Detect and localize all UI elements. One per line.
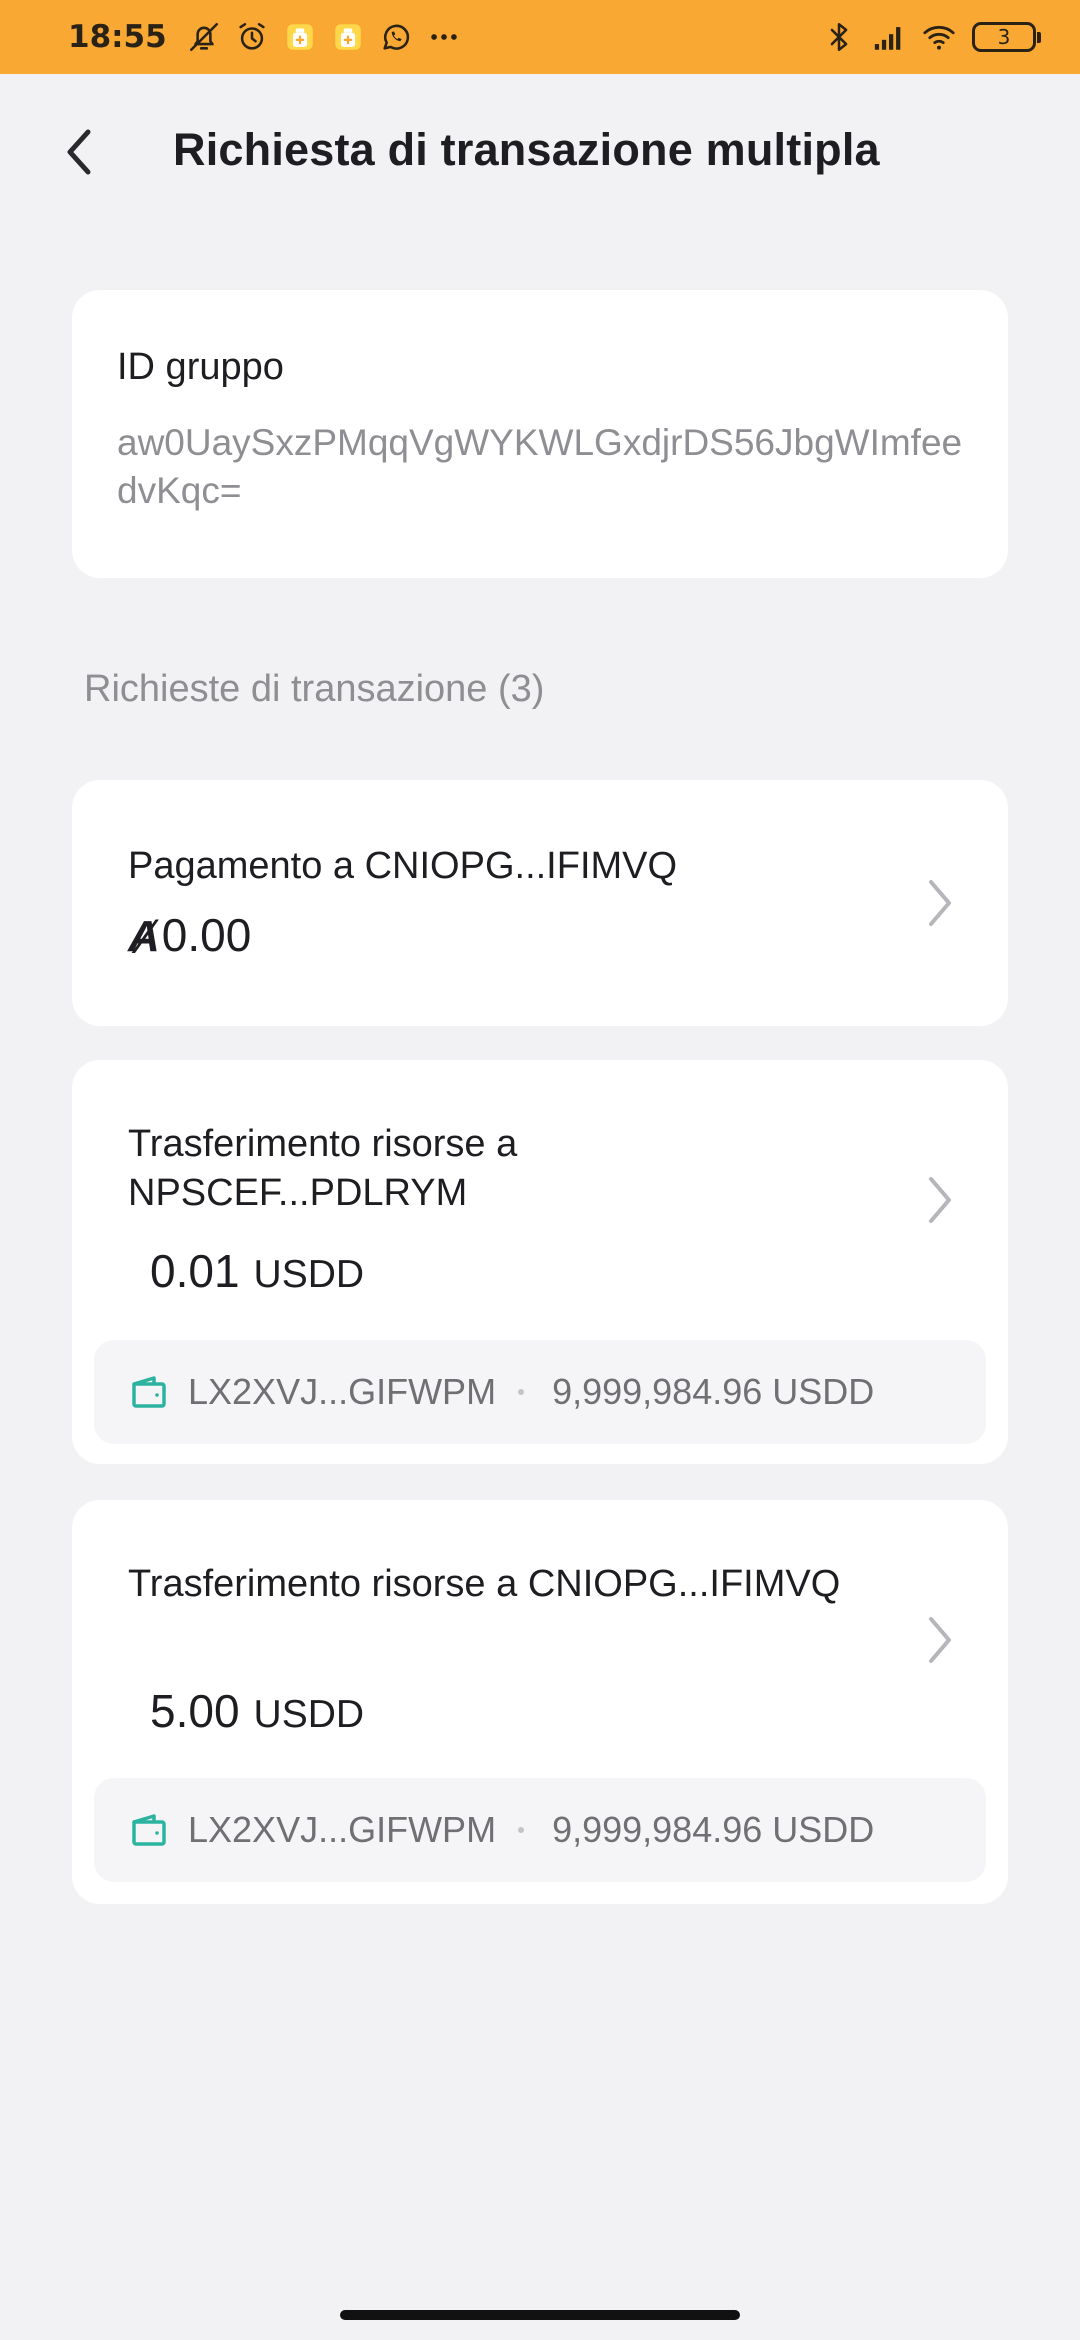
alarm-icon: [235, 20, 269, 54]
group-id-label: ID gruppo: [117, 346, 284, 388]
transaction-request-item[interactable]: Trasferimento risorse a CNIOPG...IFIMVQ …: [72, 1500, 1008, 1904]
transaction-amount: Ⱥ 0.00: [128, 908, 251, 962]
amount-value: 5.00: [150, 1685, 240, 1737]
bell-off-icon: [187, 20, 221, 54]
source-account-row: LX2XVJ...GIFWPM 9,999,984.96 USDD: [94, 1778, 986, 1882]
amount-unit: USDD: [253, 1693, 365, 1736]
chevron-right-icon: [922, 1173, 958, 1227]
app-notification-icon: [331, 20, 365, 54]
source-account-row: LX2XVJ...GIFWPM 9,999,984.96 USDD: [94, 1340, 986, 1444]
amount-value: 0.00: [161, 909, 252, 961]
separator-dot: [518, 1389, 525, 1395]
transaction-request-item[interactable]: Trasferimento risorse a NPSCEF...PDLRYM …: [72, 1060, 1008, 1464]
chevron-right-icon: [922, 876, 958, 930]
amount-value: 0.01: [150, 1245, 240, 1297]
chevron-left-icon: [67, 129, 91, 175]
transaction-title: Pagamento a CNIOPG...IFIMVQ: [128, 845, 678, 887]
status-bar-right: 3: [822, 20, 1041, 54]
algo-currency-icon: Ⱥ: [128, 912, 160, 961]
account-name: LX2XVJ...GIFWPM: [188, 1809, 497, 1850]
account-balance: 9,999,984.96 USDD: [552, 1371, 875, 1412]
app-notification-icon: [283, 20, 317, 54]
status-time: 18:55: [68, 19, 167, 55]
account-name: LX2XVJ...GIFWPM: [188, 1371, 497, 1412]
back-button[interactable]: [52, 120, 108, 184]
transaction-amount: 5.00 USDD: [150, 1684, 364, 1738]
transaction-title: Trasferimento risorse a CNIOPG...IFIMVQ: [128, 1563, 841, 1605]
home-indicator[interactable]: [340, 2310, 740, 2320]
separator-dot: [518, 1827, 525, 1833]
group-id-card: ID gruppo aw0UaySxzPMqqVgWYKWLGxdjrDS56J…: [72, 290, 1008, 578]
section-title: Richieste di transazione (3): [84, 668, 545, 710]
group-id-value: aw0UaySxzPMqqVgWYKWLGxdjrDS56JbgWImfeedv…: [117, 422, 963, 511]
app-header: Richiesta di transazione multipla: [0, 74, 1080, 230]
transaction-request-item[interactable]: Pagamento a CNIOPG...IFIMVQ Ⱥ 0.00: [72, 780, 1008, 1026]
chevron-right-icon: [922, 1613, 958, 1667]
wallet-icon: [132, 1814, 166, 1846]
more-dots-icon: [427, 20, 461, 54]
wifi-icon: [922, 20, 956, 54]
bluetooth-icon: [822, 20, 856, 54]
amount-unit: USDD: [253, 1253, 365, 1296]
page-title: Richiesta di transazione multipla: [173, 124, 880, 175]
status-bar-left: 18:55: [68, 19, 461, 55]
transaction-title: Trasferimento risorse a NPSCEF...PDLRYM: [128, 1123, 518, 1214]
whatsapp-icon: [379, 20, 413, 54]
wallet-icon: [132, 1376, 166, 1408]
account-balance: 9,999,984.96 USDD: [552, 1809, 875, 1850]
signal-icon: [872, 20, 906, 54]
battery-icon: 3: [972, 22, 1041, 52]
status-bar: 18:55 3: [0, 0, 1080, 74]
transaction-amount: 0.01 USDD: [150, 1244, 364, 1298]
